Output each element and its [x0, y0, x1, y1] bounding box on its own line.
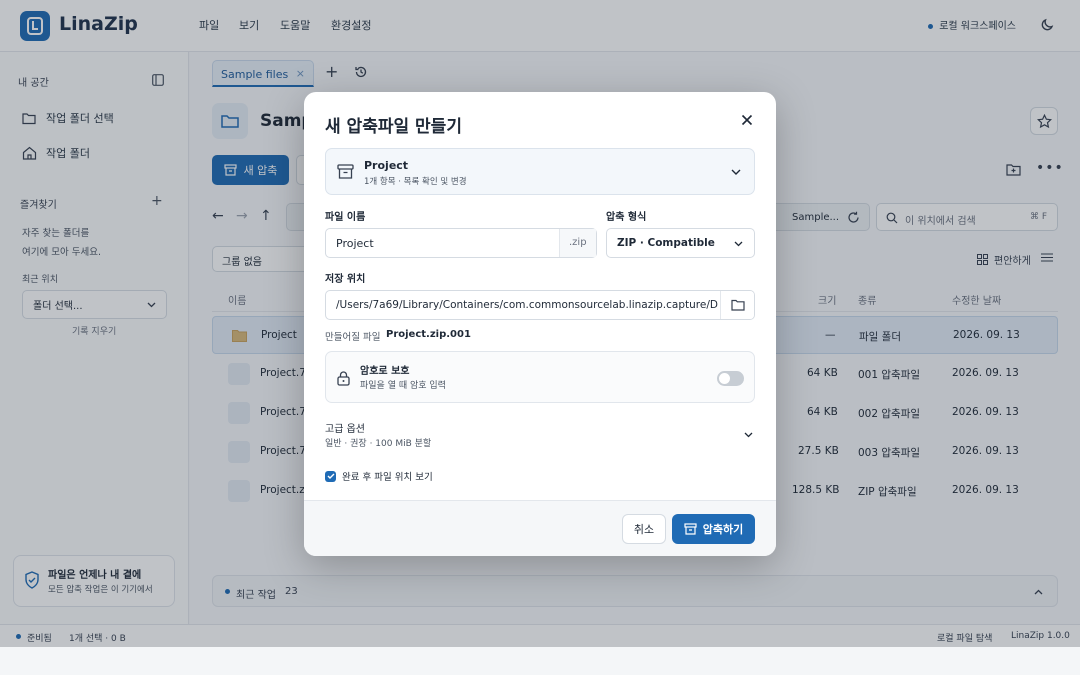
source-title: Project — [364, 159, 409, 172]
dialog-title: 새 압축파일 만들기 — [325, 117, 462, 137]
password-subtitle: 파일을 열 때 암호 입력 — [360, 381, 446, 391]
output-filename: Project.zip.001 — [386, 329, 471, 340]
source-selector[interactable]: Project 1개 항목 · 목록 확인 및 변경 — [325, 148, 755, 195]
dialog-footer: 취소 압축하기 — [304, 500, 776, 556]
password-option: 암호로 보호 파일을 열 때 암호 입력 — [325, 351, 755, 403]
chevron-down-icon — [731, 169, 741, 175]
filename-value: Project — [336, 237, 374, 250]
advanced-subtitle: 일반 · 권장 · 100 MiB 분할 — [325, 439, 432, 449]
archive-icon — [337, 164, 354, 179]
reveal-after-checkbox[interactable]: 완료 후 파일 위치 보기 — [325, 469, 433, 483]
format-select[interactable]: ZIP · Compatible — [606, 228, 755, 258]
compress-label: 압축하기 — [702, 523, 744, 536]
advanced-options[interactable]: 고급 옵션 일반 · 권장 · 100 MiB 분할 — [325, 420, 755, 454]
password-toggle[interactable] — [717, 371, 744, 386]
close-icon[interactable] — [738, 111, 756, 129]
location-value: /Users/7a69/Library/Containers/com.commo… — [336, 299, 718, 311]
browse-folder-button[interactable] — [720, 291, 754, 319]
checkbox-checked-icon[interactable] — [325, 470, 336, 482]
create-archive-dialog: 새 압축파일 만들기 Project 1개 항목 · 목록 확인 및 변경 파일… — [304, 92, 776, 556]
filename-field[interactable]: Project .zip — [325, 228, 597, 258]
filename-label: 파일 이름 — [325, 212, 366, 223]
reveal-after-label: 완료 후 파일 위치 보기 — [342, 472, 433, 483]
filename-extension: .zip — [559, 229, 596, 257]
lock-icon — [337, 371, 350, 386]
cancel-button[interactable]: 취소 — [622, 514, 666, 544]
format-value: ZIP · Compatible — [617, 237, 715, 249]
location-label: 저장 위치 — [325, 274, 366, 285]
source-subtitle: 1개 항목 · 목록 확인 및 변경 — [364, 177, 467, 187]
password-title: 암호로 보호 — [360, 366, 410, 377]
location-field[interactable]: /Users/7a69/Library/Containers/com.commo… — [325, 290, 755, 320]
compress-button[interactable]: 압축하기 — [672, 514, 755, 544]
folder-open-icon — [730, 299, 745, 311]
format-label: 압축 형식 — [606, 212, 647, 223]
bottom-strip — [0, 647, 1080, 675]
chevron-down-icon — [734, 241, 743, 247]
output-label: 만들어질 파일 — [325, 332, 381, 343]
chevron-down-icon — [744, 432, 753, 438]
advanced-title: 고급 옵션 — [325, 424, 365, 435]
archive-icon — [684, 523, 697, 535]
